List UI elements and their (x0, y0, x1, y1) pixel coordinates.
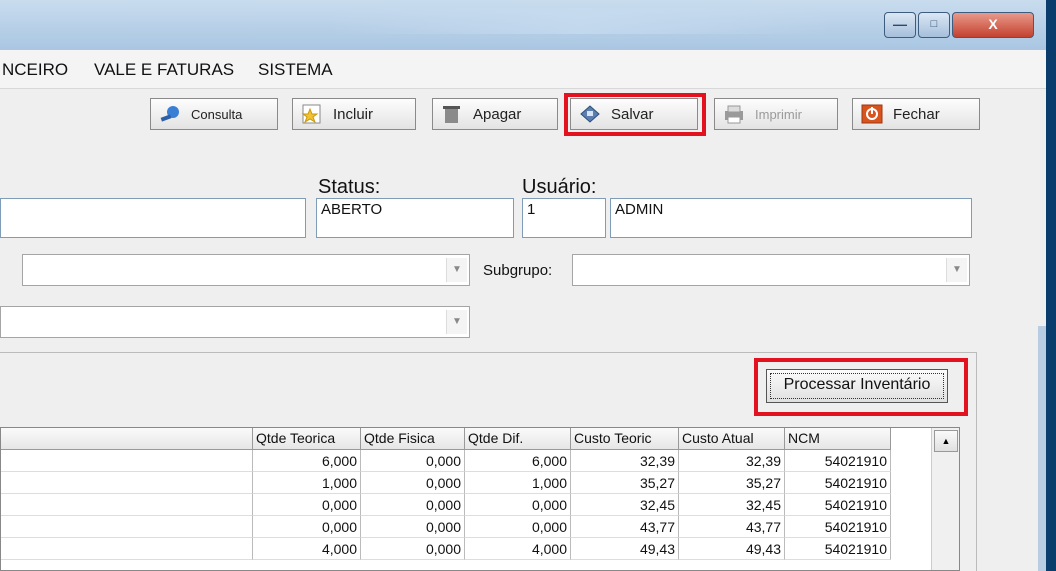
menu-bar: NCEIRO VALE E FATURAS SISTEMA (0, 50, 1046, 89)
table-cell[interactable] (1, 494, 253, 516)
table-cell[interactable]: 4,000 (465, 538, 571, 560)
table-cell[interactable] (1, 538, 253, 560)
menu-sistema[interactable]: SISTEMA (258, 60, 333, 80)
usuario-label: Usuário: (522, 176, 597, 198)
grupo-combobox[interactable]: ▼ (22, 254, 470, 286)
table-cell[interactable]: 0,000 (361, 538, 465, 560)
table-cell[interactable]: 0,000 (361, 472, 465, 494)
table-cell[interactable]: 35,27 (679, 472, 785, 494)
table-cell[interactable]: 32,45 (679, 494, 785, 516)
window-title-blurred (330, 8, 830, 34)
table-cell[interactable] (1, 450, 253, 472)
table-cell[interactable]: 32,39 (679, 450, 785, 472)
grid-vertical-scrollbar[interactable]: ▲ (931, 428, 959, 570)
table-cell[interactable]: 35,27 (571, 472, 679, 494)
subgrupo-label: Subgrupo: (483, 262, 553, 279)
chevron-down-icon[interactable]: ▼ (446, 310, 467, 334)
column-header-custo-teoric[interactable]: Custo Teoric (571, 428, 679, 450)
table-cell[interactable]: 54021910 (785, 494, 891, 516)
trash-icon (441, 104, 463, 124)
inventory-grid[interactable]: Qtde Teorica Qtde Fisica Qtde Dif. Custo… (0, 427, 960, 571)
window-scrollbar[interactable] (1038, 326, 1046, 571)
table-cell[interactable]: 0,000 (361, 450, 465, 472)
minimize-button[interactable]: — (884, 12, 916, 38)
table-cell[interactable]: 1,000 (253, 472, 361, 494)
table-cell[interactable]: 0,000 (361, 494, 465, 516)
table-cell[interactable]: 0,000 (465, 516, 571, 538)
status-label: Status: (318, 176, 381, 198)
table-cell[interactable]: 6,000 (465, 450, 571, 472)
chevron-down-icon[interactable]: ▼ (446, 258, 467, 282)
table-cell[interactable]: 54021910 (785, 516, 891, 538)
salvar-highlight (564, 93, 706, 136)
chevron-down-icon[interactable]: ▼ (946, 258, 967, 282)
processar-highlight (754, 358, 968, 416)
table-cell[interactable]: 32,45 (571, 494, 679, 516)
new-star-icon (301, 104, 323, 124)
column-header-custo-atual[interactable]: Custo Atual (679, 428, 785, 450)
table-cell[interactable]: 6,000 (253, 450, 361, 472)
table-cell[interactable] (1, 516, 253, 538)
table-cell[interactable]: 0,000 (465, 494, 571, 516)
fechar-button[interactable]: Fechar (852, 98, 980, 130)
column-header-qtde-dif[interactable]: Qtde Dif. (465, 428, 571, 450)
title-bar: — □ X (0, 0, 1046, 50)
table-cell[interactable]: 32,39 (571, 450, 679, 472)
menu-financeiro[interactable]: NCEIRO (2, 60, 68, 80)
exit-icon (861, 104, 883, 124)
status-field[interactable]: ABERTO (316, 198, 514, 238)
table-cell[interactable]: 4,000 (253, 538, 361, 560)
scroll-up-icon[interactable]: ▲ (934, 430, 958, 452)
menu-vale-e-faturas[interactable]: VALE E FATURAS (94, 60, 234, 80)
application-window: — □ X NCEIRO VALE E FATURAS SISTEMA Cons… (0, 0, 1046, 571)
column-header-qtde-teorica[interactable]: Qtde Teorica (253, 428, 361, 450)
table-cell[interactable]: 54021910 (785, 472, 891, 494)
consulta-button[interactable]: Consulta (150, 98, 278, 130)
table-cell[interactable]: 0,000 (361, 516, 465, 538)
table-cell[interactable] (1, 472, 253, 494)
apagar-button[interactable]: Apagar (432, 98, 558, 130)
subgrupo-combobox[interactable]: ▼ (572, 254, 970, 286)
secondary-combobox[interactable]: ▼ (0, 306, 470, 338)
imprimir-button[interactable]: Imprimir (714, 98, 838, 130)
apagar-label: Apagar (473, 105, 522, 123)
table-cell[interactable]: 0,000 (253, 516, 361, 538)
column-header-qtde-fisica[interactable]: Qtde Fisica (361, 428, 465, 450)
column-header-product[interactable] (1, 428, 253, 450)
usuario-name-field[interactable]: ADMIN (610, 198, 972, 238)
close-window-button[interactable]: X (952, 12, 1034, 38)
table-cell[interactable]: 43,77 (571, 516, 679, 538)
consulta-label: Consulta (191, 106, 243, 122)
imprimir-label: Imprimir (755, 106, 802, 122)
incluir-label: Incluir (333, 105, 374, 123)
table-cell[interactable]: 54021910 (785, 450, 891, 472)
table-cell[interactable]: 0,000 (253, 494, 361, 516)
column-header-ncm[interactable]: NCM (785, 428, 891, 450)
table-cell[interactable]: 1,000 (465, 472, 571, 494)
fechar-label: Fechar (893, 105, 940, 123)
search-icon (159, 104, 181, 124)
table-cell[interactable]: 49,43 (571, 538, 679, 560)
description-field[interactable] (0, 198, 306, 238)
printer-icon (723, 104, 745, 124)
usuario-id-field[interactable]: 1 (522, 198, 606, 238)
table-cell[interactable]: 49,43 (679, 538, 785, 560)
table-cell[interactable]: 43,77 (679, 516, 785, 538)
maximize-button[interactable]: □ (918, 12, 950, 38)
incluir-button[interactable]: Incluir (292, 98, 416, 130)
table-cell[interactable]: 54021910 (785, 538, 891, 560)
